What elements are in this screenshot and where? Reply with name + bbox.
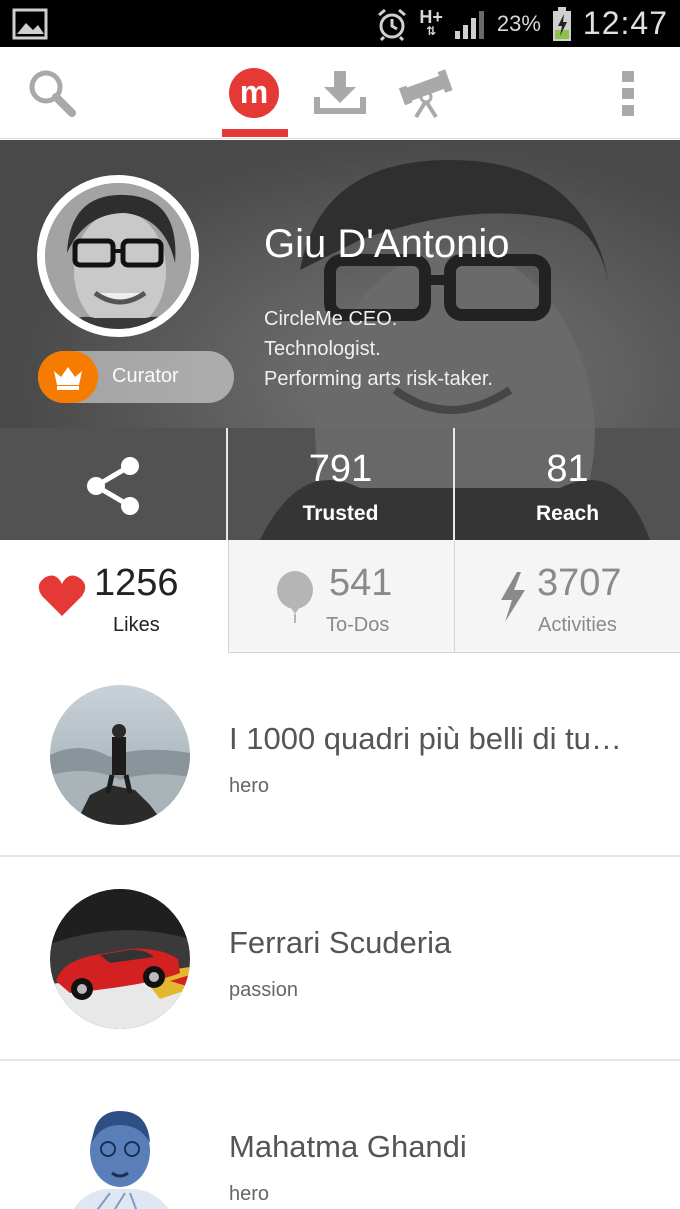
stat-reach[interactable]: 81 Reach <box>455 428 680 540</box>
search-icon[interactable] <box>22 65 82 121</box>
alarm-icon <box>378 8 407 41</box>
action-bar: m <box>0 47 680 139</box>
balloon-icon <box>277 571 313 623</box>
stat-likes[interactable]: 1256 Likes <box>0 540 228 653</box>
heart-icon <box>38 575 86 616</box>
download-icon[interactable] <box>310 65 370 121</box>
stat-trusted[interactable]: 791 Trusted <box>228 428 455 540</box>
gandhi-portrait-image <box>50 1093 190 1209</box>
list-item-title: Ferrari Scuderia <box>229 925 452 960</box>
battery-percent: 23% <box>496 10 541 36</box>
bio-line: Technologist. <box>264 338 381 360</box>
list-item[interactable]: Ferrari Scuderia passion <box>0 857 680 1061</box>
circle-list: I 1000 quadri più belli di tu… hero Ferr… <box>0 653 680 1209</box>
likes-count: 1256 <box>94 562 179 604</box>
curator-label: Curator <box>112 365 179 387</box>
reach-count: 81 <box>546 448 589 490</box>
list-item-subtitle: hero <box>229 775 270 797</box>
profile-bio: CircleMe CEO. Technologist. Performing a… <box>264 304 493 394</box>
profile-header: Curator Giu D'Antonio CircleMe CEO. Tech… <box>0 140 680 428</box>
clock: 12:47 <box>582 5 668 41</box>
ferrari-car-image <box>50 889 190 1029</box>
todos-label: To-Dos <box>326 614 390 636</box>
curator-badge[interactable]: Curator <box>38 351 234 403</box>
crown-badge <box>38 351 98 403</box>
profile-name: Giu D'Antonio <box>264 222 510 266</box>
overflow-menu-icon[interactable] <box>598 65 658 121</box>
telescope-icon[interactable] <box>396 65 456 121</box>
list-item[interactable]: Mahatma Ghandi hero <box>0 1061 680 1209</box>
battery-charging-icon <box>552 6 571 41</box>
stat-todos[interactable]: 541 To-Dos <box>228 540 455 653</box>
lightning-icon <box>501 572 525 622</box>
reach-label: Reach <box>535 502 600 525</box>
stat-activities[interactable]: 3707 Activities <box>455 540 680 653</box>
list-item-subtitle: hero <box>229 1183 270 1205</box>
list-item-title: Mahatma Ghandi <box>229 1129 467 1164</box>
logo-letter: m <box>240 74 268 110</box>
status-bar: H+ ⇅ 23% 12:47 <box>0 0 680 47</box>
list-item-thumbnail <box>50 1093 190 1209</box>
activities-count: 3707 <box>537 562 622 604</box>
list-item-subtitle: passion <box>229 979 298 1001</box>
share-button[interactable] <box>0 428 228 540</box>
list-item-thumbnail <box>50 889 190 1029</box>
share-icon <box>87 457 139 515</box>
list-item-title: I 1000 quadri più belli di tu… <box>229 721 622 756</box>
activities-label: Activities <box>538 614 617 636</box>
list-item[interactable]: I 1000 quadri più belli di tu… hero <box>0 653 680 857</box>
stats-top-row: 791 Trusted 81 Reach <box>0 428 680 540</box>
circleme-logo-icon: m <box>229 68 279 118</box>
trusted-label: Trusted <box>302 502 379 525</box>
avatar[interactable] <box>37 175 199 337</box>
todos-count: 541 <box>329 562 393 604</box>
wanderer-painting-image <box>50 685 190 825</box>
network-type: H+ ⇅ <box>419 6 443 38</box>
stats-bottom-row: 1256 Likes 541 To-Dos 3707 Activities <box>0 540 680 653</box>
likes-label: Likes <box>113 614 160 636</box>
bio-line: Performing arts risk-taker. <box>264 368 493 390</box>
list-item-thumbnail <box>50 685 190 825</box>
gallery-notification-icon <box>12 8 48 40</box>
bio-line: CircleMe CEO. <box>264 308 398 330</box>
avatar-photo <box>45 183 191 329</box>
active-tab-indicator <box>222 129 288 137</box>
crown-icon <box>54 367 82 390</box>
trusted-count: 791 <box>308 448 373 490</box>
tab-circleme-home[interactable]: m <box>224 65 284 121</box>
signal-icon <box>454 10 484 39</box>
